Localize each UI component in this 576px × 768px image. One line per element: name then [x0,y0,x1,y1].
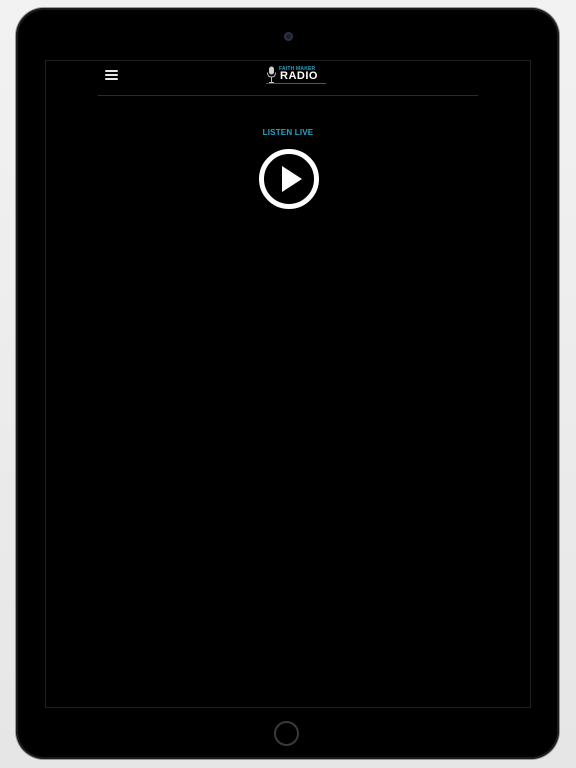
logo-main-text: RADIO [280,70,318,82]
front-camera [284,32,293,41]
header-divider [98,95,478,96]
menu-line [105,78,118,80]
app-logo[interactable]: FAITH MAKER RADIO [266,66,326,88]
hamburger-menu-icon[interactable] [105,70,118,81]
microphone-icon [267,66,276,83]
menu-line [105,74,118,76]
play-icon [282,166,302,192]
tablet-device: FAITH MAKER RADIO LISTEN LIVE [16,8,559,759]
app-header: FAITH MAKER RADIO [46,61,530,95]
listen-live-title: LISTEN LIVE [262,128,314,137]
app-screen: FAITH MAKER RADIO LISTEN LIVE [45,60,531,708]
logo-tagline-line [266,83,326,84]
play-button[interactable] [258,148,320,210]
home-button[interactable] [274,721,299,746]
menu-line [105,70,118,72]
